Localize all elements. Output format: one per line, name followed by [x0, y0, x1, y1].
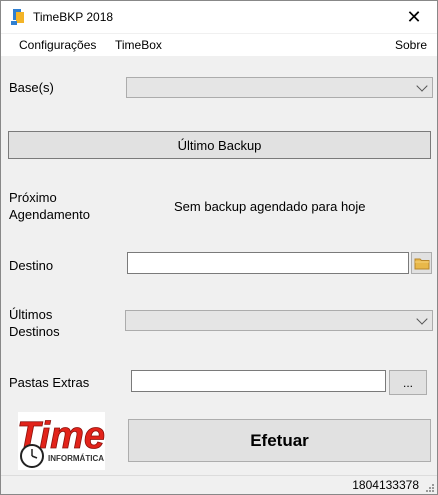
status-text: 1804133378: [352, 478, 419, 492]
execute-button[interactable]: Efetuar: [128, 419, 431, 462]
last-backup-label: Último Backup: [177, 137, 262, 153]
logo-sub-text: INFORMÁTICA: [48, 454, 104, 463]
main-window: TimeBKP 2018 ✕ Configurações TimeBox Sob…: [0, 0, 438, 495]
browse-extra-folders-button[interactable]: ...: [389, 370, 427, 395]
app-icon: [11, 9, 24, 25]
close-button[interactable]: ✕: [391, 1, 437, 33]
time-informatica-logo: Time INFORMÁTICA: [17, 412, 105, 470]
destination-label: Destino: [9, 258, 54, 273]
recent-destinations-label-line2: Destinos: [9, 324, 60, 339]
execute-label: Efetuar: [250, 430, 309, 450]
resize-grip-icon[interactable]: [425, 483, 435, 493]
close-icon: ✕: [406, 6, 422, 28]
destination-input[interactable]: [127, 252, 409, 274]
folder-icon: [414, 258, 430, 270]
menu-sobre[interactable]: Sobre: [395, 38, 427, 52]
title-bar: TimeBKP 2018 ✕: [1, 1, 437, 33]
next-schedule-value: Sem backup agendado para hoje: [174, 199, 366, 214]
last-backup-button[interactable]: Último Backup: [8, 131, 431, 159]
chevron-down-icon: [416, 313, 428, 325]
menu-bar: Configurações TimeBox Sobre: [1, 34, 437, 56]
extra-folders-input[interactable]: [131, 370, 386, 392]
next-schedule-label-line2: Agendamento: [9, 207, 90, 222]
recent-destinations-select[interactable]: [125, 310, 433, 331]
menu-timebox[interactable]: TimeBox: [115, 38, 162, 52]
browse-destination-button[interactable]: [411, 252, 432, 274]
recent-destinations-label-line1: Últimos: [9, 307, 53, 322]
menu-configuracoes[interactable]: Configurações: [19, 38, 96, 52]
bases-label: Base(s): [9, 80, 54, 95]
status-bar: 1804133378: [1, 475, 437, 495]
extra-folders-label: Pastas Extras: [9, 375, 90, 390]
next-schedule-label-line1: Próximo: [9, 190, 57, 205]
window-title: TimeBKP 2018: [33, 10, 114, 24]
browse-extra-folders-label: ...: [402, 375, 413, 390]
bases-select[interactable]: [126, 77, 433, 98]
chevron-down-icon: [416, 80, 428, 92]
